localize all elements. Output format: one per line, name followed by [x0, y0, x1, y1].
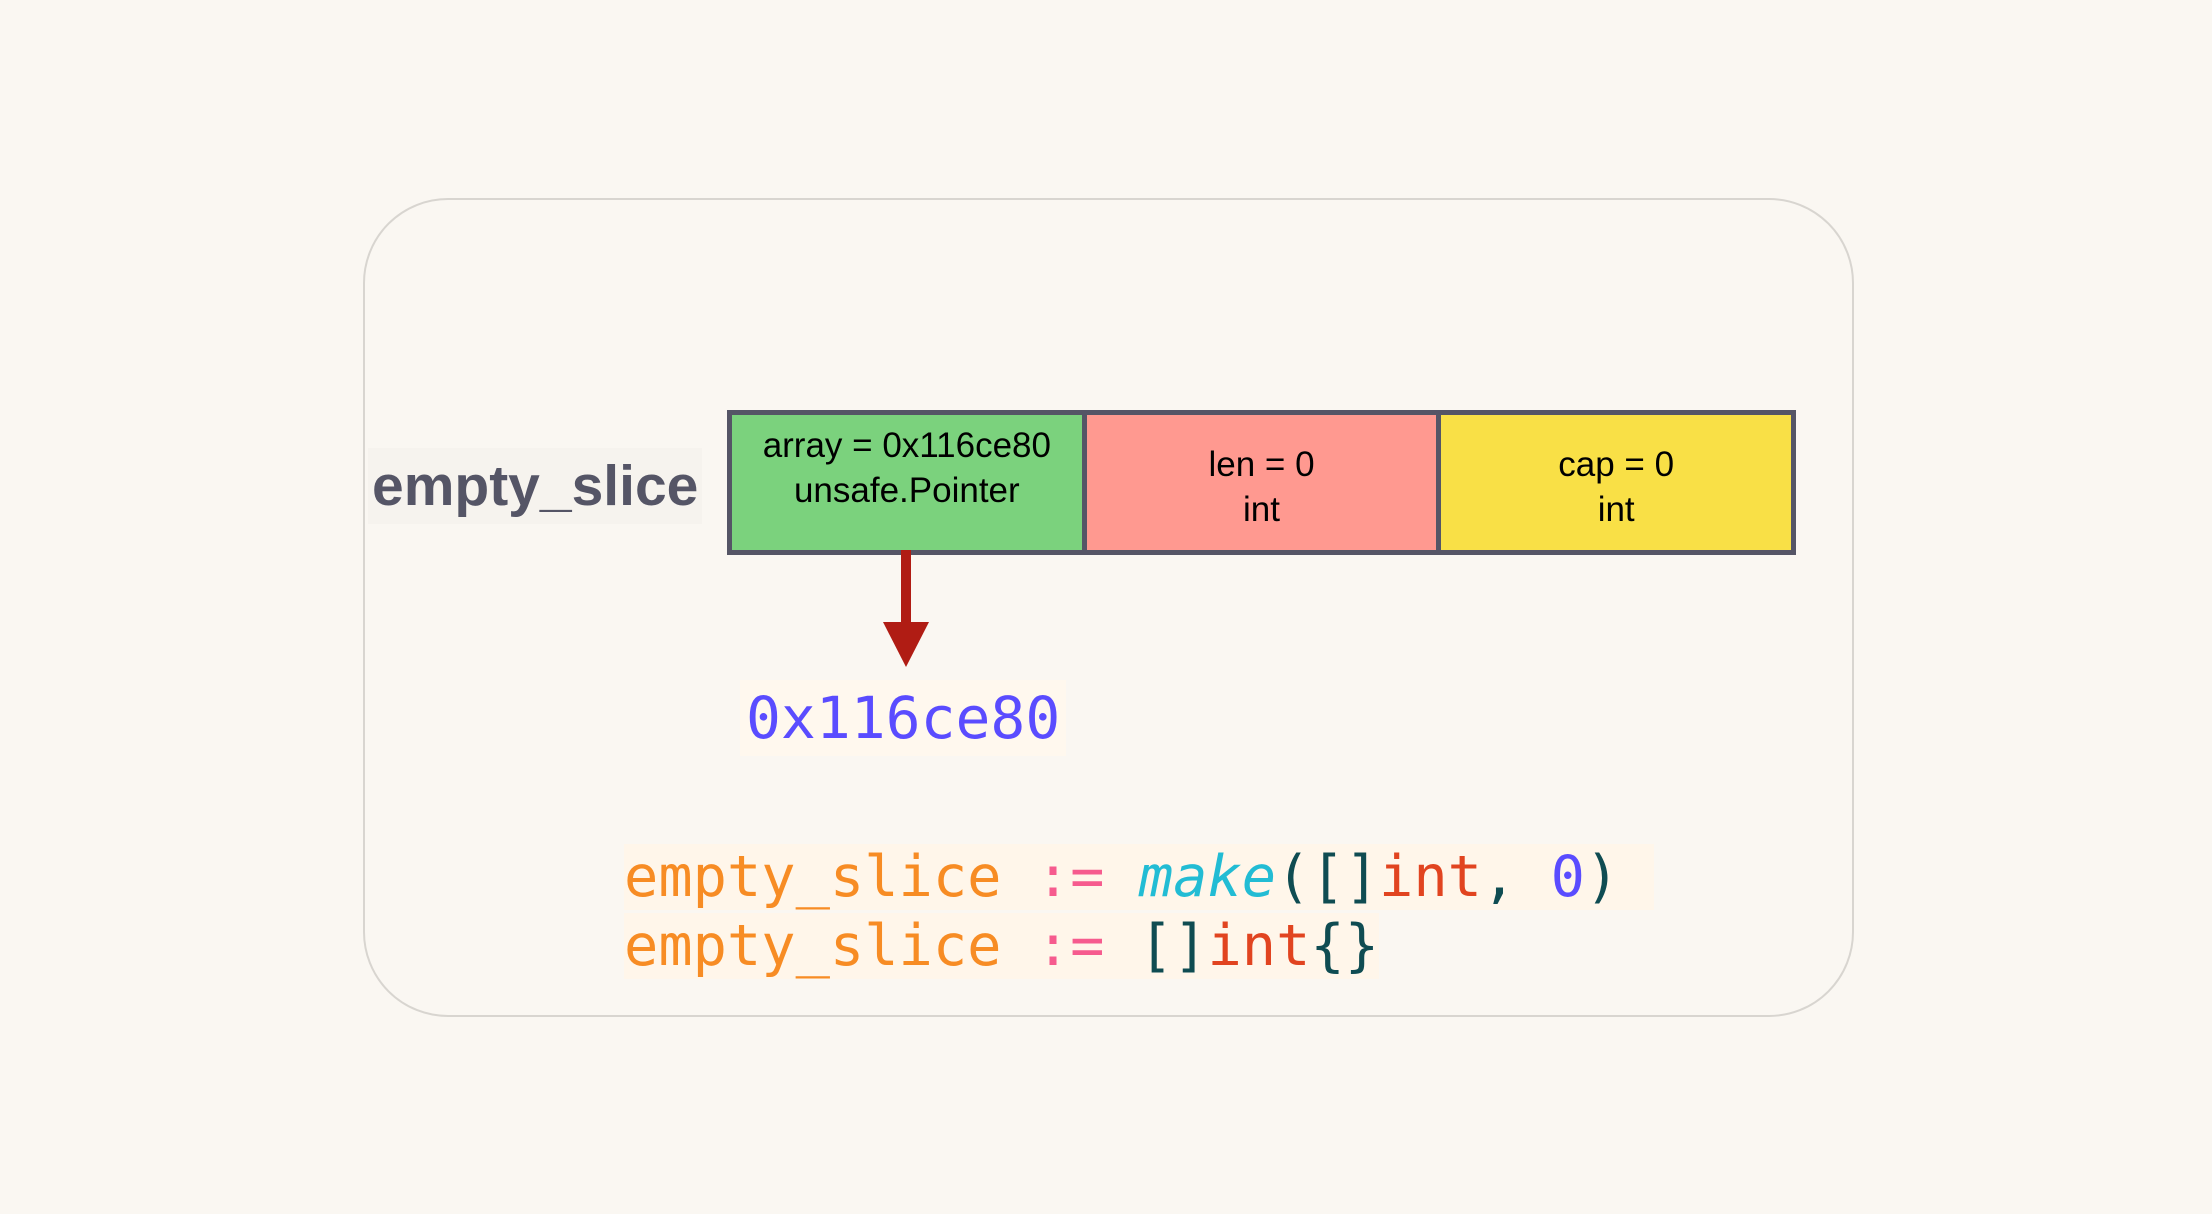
slice-header-struct: array = 0x116ce80 unsafe.Pointer len = 0… — [727, 410, 1796, 555]
field-cap-value: cap = 0 — [1558, 445, 1675, 484]
field-len-type: int — [1243, 490, 1280, 529]
code-line-1: empty_slice := make([]int, 0) — [624, 843, 1654, 912]
code-var: empty_slice — [624, 844, 1002, 910]
code-number: 0 — [1550, 844, 1585, 910]
field-len-value: len = 0 — [1208, 445, 1315, 484]
code-punct: ([] — [1276, 844, 1380, 910]
code-op: := — [1035, 844, 1105, 910]
code-type: int — [1207, 913, 1311, 979]
code-punct: , — [1481, 844, 1551, 910]
pointer-arrow — [883, 550, 929, 667]
code-punct: ) — [1584, 844, 1620, 910]
field-array-type: unsafe.Pointer — [793, 471, 1020, 510]
code-punct: {} — [1310, 913, 1380, 979]
code-var: empty_slice — [624, 913, 1002, 979]
code-op: := — [1035, 913, 1105, 979]
code-line-2: empty_slice := []int{} — [624, 912, 1654, 981]
code-snippet: empty_slice := make([]int, 0) empty_slic… — [624, 843, 1654, 981]
field-cap: cap = 0 int — [1436, 415, 1792, 550]
code-func: make — [1138, 844, 1277, 910]
code-type: int — [1379, 844, 1482, 910]
variable-label: empty_slice — [368, 448, 703, 524]
field-len: len = 0 int — [1081, 415, 1437, 550]
field-array: array = 0x116ce80 unsafe.Pointer — [732, 415, 1082, 550]
pointer-target-address: 0x116ce80 — [740, 680, 1067, 756]
field-array-value: array = 0x116ce80 — [762, 426, 1051, 465]
field-cap-type: int — [1597, 490, 1635, 529]
code-punct: [] — [1138, 913, 1208, 979]
